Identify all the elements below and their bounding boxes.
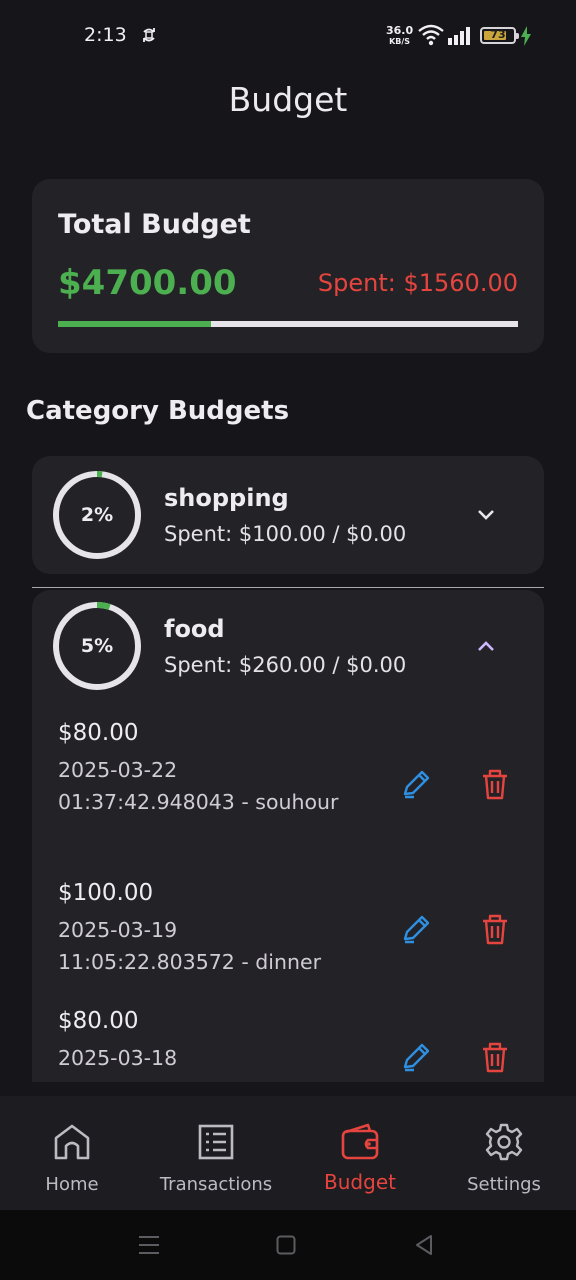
total-budget-card: Total Budget $4700.00 Spent: $1560.00 — [32, 179, 544, 353]
chevron-up-icon[interactable] — [472, 632, 500, 660]
wifi-icon — [418, 24, 444, 46]
category-card-shopping[interactable]: 2% shopping Spent: $100.00 / $0.00 — [32, 456, 544, 574]
nav-label: Settings — [467, 1174, 541, 1195]
category-percent: 5% — [80, 635, 114, 657]
transaction-item: $100.00 2025-03-19 11:05:22.803572 - din… — [58, 880, 518, 978]
transaction-description: 2025-03-19 11:05:22.803572 - dinner — [58, 918, 322, 974]
total-spent: Spent: $1560.00 — [317, 269, 518, 297]
transaction-amount: $80.00 — [58, 720, 139, 746]
category-percent: 2% — [80, 504, 114, 526]
bottom-nav: Home Transactions Budget Settings — [0, 1096, 576, 1210]
delete-icon[interactable] — [478, 767, 512, 801]
status-time: 2:13 — [84, 24, 127, 46]
nav-item-home[interactable]: Home — [0, 1096, 144, 1210]
status-bar: 2:13 36.0 KB/S 73 — [0, 0, 576, 72]
battery-icon: 73 — [480, 27, 519, 44]
category-progress-ring: 2% — [52, 470, 142, 560]
gear-icon — [485, 1123, 523, 1161]
transaction-description: 2025-03-18 — [58, 1046, 178, 1070]
network-speed: 36.0 KB/S — [386, 24, 414, 46]
transaction-item: $80.00 2025-03-22 01:37:42.948043 - souh… — [58, 720, 518, 818]
category-spent: Spent: $100.00 / $0.00 — [164, 522, 407, 546]
category-card-food[interactable]: 5% food Spent: $260.00 / $0.00 $80.00 20… — [32, 590, 544, 1082]
total-budget-title: Total Budget — [58, 209, 251, 240]
wallet-icon — [341, 1123, 379, 1160]
chevron-down-icon[interactable] — [472, 501, 500, 529]
total-budget-amount: $4700.00 — [58, 263, 237, 303]
transaction-description: 2025-03-22 01:37:42.948043 - souhour — [58, 758, 339, 814]
category-spent: Spent: $260.00 / $0.00 — [164, 653, 407, 677]
sync-icon — [143, 28, 155, 42]
back-icon[interactable] — [414, 1234, 434, 1256]
edit-icon[interactable] — [400, 912, 434, 946]
transaction-amount: $80.00 — [58, 1008, 139, 1034]
nav-label: Home — [45, 1174, 99, 1195]
delete-icon[interactable] — [478, 1040, 512, 1074]
nav-label: Transactions — [159, 1174, 273, 1195]
edit-icon[interactable] — [400, 1040, 434, 1074]
home-button-icon[interactable] — [276, 1235, 296, 1255]
list-icon — [198, 1124, 234, 1160]
recents-icon[interactable] — [137, 1234, 161, 1256]
page-title: Budget — [228, 80, 348, 119]
category-name: food — [164, 615, 225, 643]
category-name: shopping — [164, 484, 289, 512]
charging-icon — [521, 26, 531, 46]
nav-item-transactions[interactable]: Transactions — [144, 1096, 288, 1210]
total-progress-bar — [58, 321, 518, 327]
nav-item-settings[interactable]: Settings — [432, 1096, 576, 1210]
divider — [32, 587, 544, 588]
category-progress-ring: 5% — [52, 601, 142, 691]
delete-icon[interactable] — [478, 912, 512, 946]
signal-icon — [448, 27, 470, 45]
transaction-amount: $100.00 — [58, 880, 154, 906]
transaction-item: $80.00 2025-03-18 — [58, 1008, 518, 1074]
total-progress-fill — [58, 321, 211, 327]
nav-label: Budget — [324, 1170, 396, 1194]
category-budgets-title: Category Budgets — [26, 396, 290, 426]
nav-item-budget[interactable]: Budget — [288, 1096, 432, 1210]
home-icon — [54, 1124, 90, 1160]
edit-icon[interactable] — [400, 767, 434, 801]
system-nav-bar — [0, 1210, 576, 1280]
